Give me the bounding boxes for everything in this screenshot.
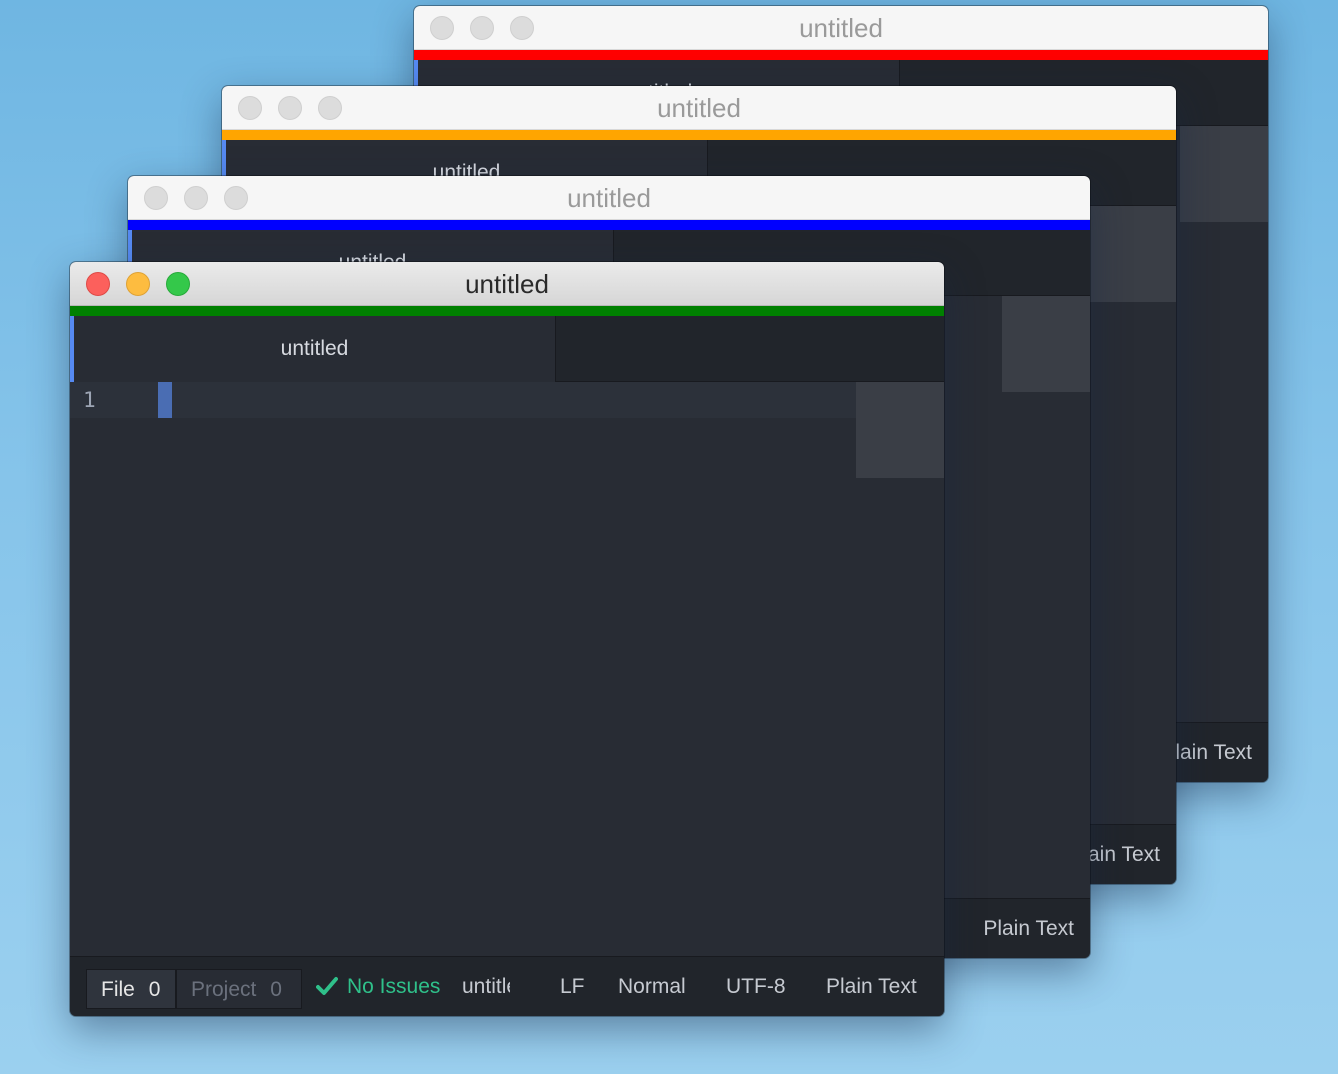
titlebar[interactable]: untitled xyxy=(222,86,1176,130)
linter-file-label: File xyxy=(101,978,135,1001)
titlebar[interactable]: untitled xyxy=(128,176,1090,220)
window-title: untitled xyxy=(567,183,651,213)
accent-bar xyxy=(70,306,944,316)
editor[interactable]: 1 xyxy=(70,382,944,956)
file-name[interactable]: untitled xyxy=(462,957,510,1016)
linter-project-label: Project xyxy=(191,978,257,1001)
cursor-line-highlight xyxy=(70,382,856,418)
linter-project-tab[interactable]: Project 0 xyxy=(176,969,302,1009)
accent-bar xyxy=(222,130,1176,140)
tab-label: untitled xyxy=(280,337,349,360)
status-bar: File 0 Project 0 No Issues untitled LF N… xyxy=(70,956,944,1016)
grammar-selector[interactable]: Plain Text xyxy=(983,899,1074,958)
mode-indicator[interactable]: Normal xyxy=(618,957,686,1016)
linter-file-tab[interactable]: File 0 xyxy=(86,969,176,1009)
line-ending-selector[interactable]: LF xyxy=(560,957,585,1016)
tab-untitled[interactable]: untitled xyxy=(70,316,556,382)
linter-file-count: 0 xyxy=(148,978,161,1001)
linter-status[interactable]: No Issues xyxy=(347,957,440,1016)
titlebar[interactable]: untitled xyxy=(70,262,944,306)
minimap[interactable] xyxy=(856,382,944,478)
titlebar[interactable]: untitled xyxy=(414,6,1268,50)
accent-bar xyxy=(128,220,1090,230)
minimap[interactable] xyxy=(1002,296,1090,392)
window-title: untitled xyxy=(465,269,549,299)
minimap[interactable] xyxy=(1180,126,1268,222)
line-number: 1 xyxy=(83,388,96,412)
text-cursor xyxy=(158,382,172,418)
tab-bar: untitled xyxy=(70,316,944,382)
encoding-selector[interactable]: UTF-8 xyxy=(726,957,786,1016)
checkmark-icon xyxy=(316,977,338,995)
window-green: untitled untitled 1 File 0 Project 0 No … xyxy=(70,262,944,1016)
window-title: untitled xyxy=(799,13,883,43)
window-title: untitled xyxy=(657,93,741,123)
grammar-selector[interactable]: Plain Text xyxy=(826,957,917,1016)
linter-project-count: 0 xyxy=(270,978,282,1001)
accent-bar xyxy=(414,50,1268,60)
minimap[interactable] xyxy=(1088,206,1176,302)
